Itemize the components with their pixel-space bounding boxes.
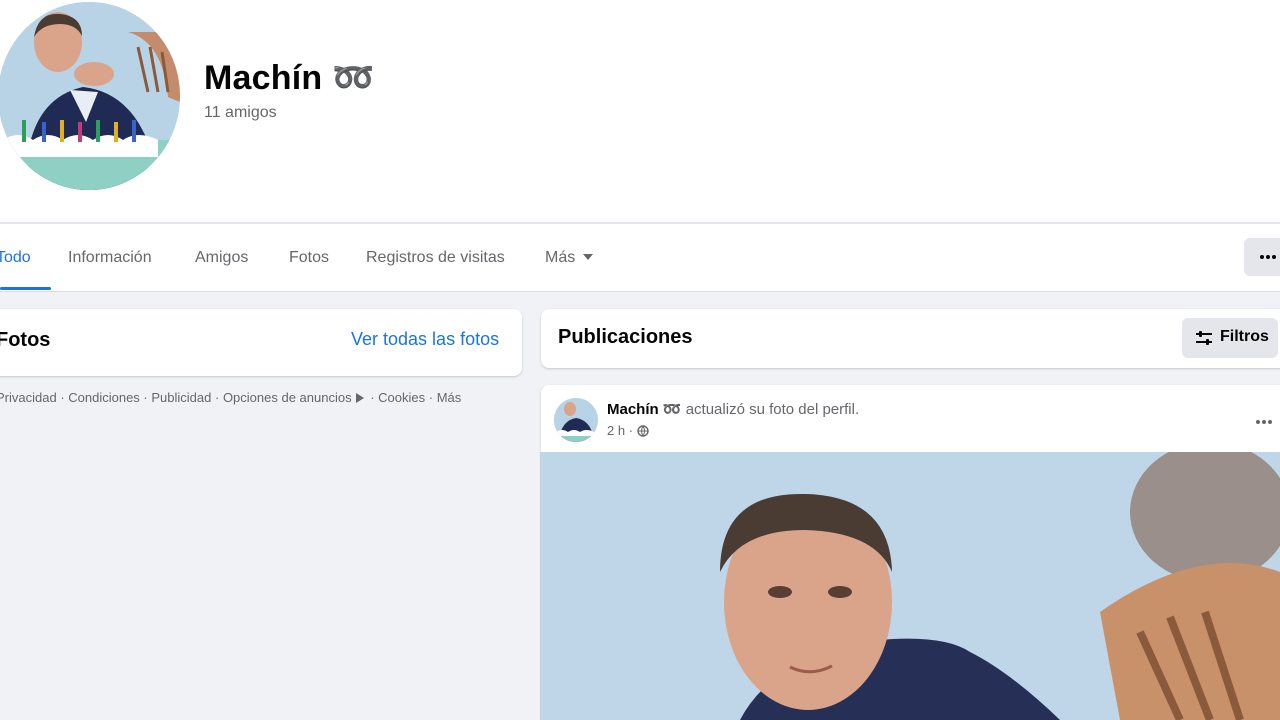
see-all-photos-link[interactable]: Ver todas las fotos xyxy=(351,329,499,350)
friends-count[interactable]: 11 amigos xyxy=(204,104,277,122)
ellipsis-icon xyxy=(1256,420,1272,424)
tab-informacion[interactable]: Información xyxy=(68,224,152,292)
footer-link-opciones-anuncios[interactable]: Opciones de anuncios xyxy=(223,390,352,405)
ellipsis-icon xyxy=(1260,255,1276,259)
tab-registros-de-visitas[interactable]: Registros de visitas xyxy=(366,224,505,292)
footer-link-publicidad[interactable]: Publicidad xyxy=(151,390,211,405)
globe-icon[interactable] xyxy=(636,424,649,437)
post-avatar[interactable] xyxy=(554,398,598,442)
post-meta: 2 h · xyxy=(607,423,649,438)
profile-name: Machín ➿ xyxy=(204,59,375,97)
profile-picture xyxy=(0,2,180,190)
publications-title: Publicaciones xyxy=(558,326,693,348)
caret-down-icon xyxy=(583,253,594,260)
post-header: Machín ➿ actualizó su foto del perfil. xyxy=(607,400,859,418)
footer-link-condiciones[interactable]: Condiciones xyxy=(68,390,140,405)
post-time[interactable]: 2 h xyxy=(607,423,625,438)
footer-link-mas[interactable]: Más xyxy=(437,390,462,405)
tab-fotos[interactable]: Fotos xyxy=(289,224,329,292)
post-photo[interactable] xyxy=(540,452,1280,720)
footer-link-privacidad[interactable]: Privacidad xyxy=(0,390,57,405)
tab-todo[interactable]: Todo xyxy=(0,224,31,292)
footer-links: Privacidad · Condiciones · Publicidad · … xyxy=(0,390,516,405)
photos-title: Fotos xyxy=(0,329,51,351)
tab-mas-label: Más xyxy=(545,249,576,266)
footer-link-cookies[interactable]: Cookies xyxy=(378,390,425,405)
tab-mas[interactable]: Más xyxy=(545,224,594,292)
profile-header xyxy=(0,0,1280,222)
sliders-icon xyxy=(1196,331,1212,345)
active-tab-indicator xyxy=(0,287,51,290)
filters-button[interactable]: Filtros xyxy=(1182,318,1278,358)
post-options-button[interactable] xyxy=(1254,414,1278,424)
post-image xyxy=(540,452,1280,720)
profile-more-button[interactable] xyxy=(1244,238,1280,276)
tab-amigos[interactable]: Amigos xyxy=(195,224,248,292)
profile-avatar[interactable] xyxy=(0,2,180,190)
post-author-name[interactable]: Machín ➿ xyxy=(607,401,682,418)
post-author-picture xyxy=(554,398,598,442)
filters-label: Filtros xyxy=(1220,328,1269,345)
ad-choices-icon xyxy=(355,392,364,403)
profile-tabs xyxy=(0,224,1280,292)
post-action-text: actualizó su foto del perfil. xyxy=(685,401,860,418)
